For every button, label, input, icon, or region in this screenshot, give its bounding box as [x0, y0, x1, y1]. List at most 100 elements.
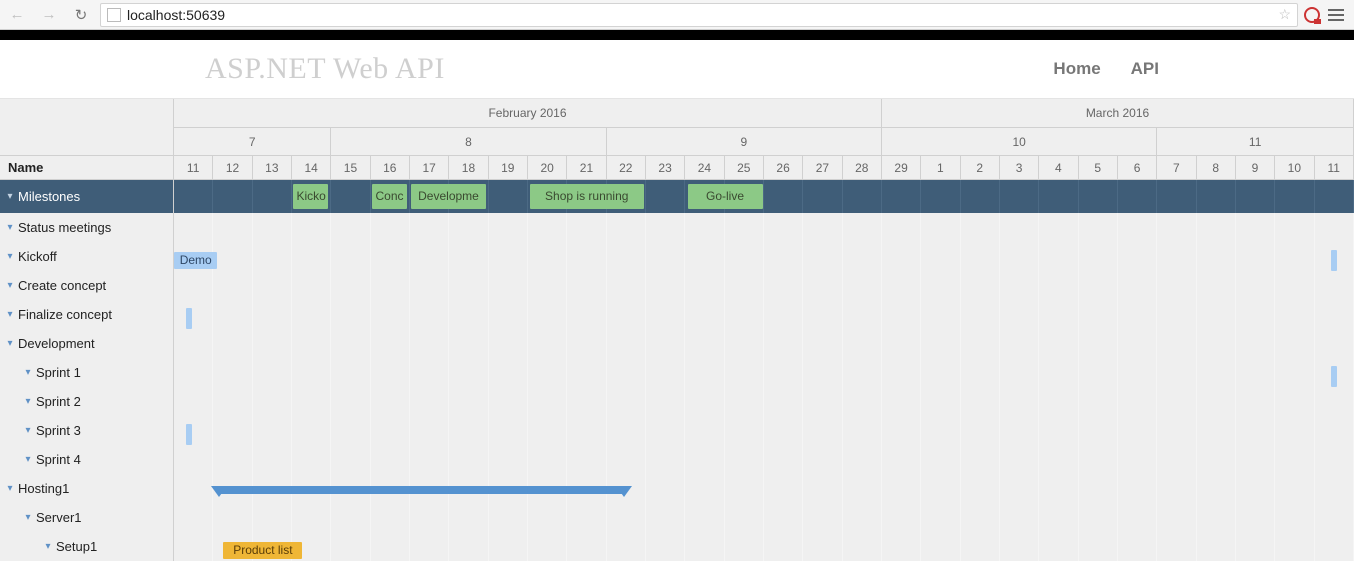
- gantt-grid[interactable]: February 2016March 2016 7891011 11121314…: [174, 99, 1354, 561]
- chevron-down-icon[interactable]: ▾: [4, 474, 16, 503]
- day-cell: 21: [567, 156, 606, 179]
- week-cell: 10: [882, 128, 1157, 155]
- tree-row-milestones[interactable]: ▾Milestones: [0, 180, 173, 213]
- chevron-down-icon[interactable]: ▾: [4, 242, 16, 271]
- tree-row-label: Status meetings: [18, 213, 111, 242]
- tree-column-header: Name: [0, 156, 173, 180]
- task-bar-demo[interactable]: Demo: [174, 252, 217, 269]
- day-cell: 23: [646, 156, 685, 179]
- gantt-tree: Name ▾Milestones▾Status meetings▾Kickoff…: [0, 99, 174, 561]
- day-cell: 27: [803, 156, 842, 179]
- task-bar[interactable]: [186, 424, 192, 445]
- day-cell: 25: [725, 156, 764, 179]
- summary-cap-left-icon: [211, 486, 227, 497]
- lane-milestones: Kicko ConcDevelopme Shop is running Go-live: [174, 180, 1354, 213]
- day-cell: 9: [1236, 156, 1275, 179]
- chevron-down-icon[interactable]: ▾: [22, 358, 34, 387]
- tree-row-sprint3[interactable]: ▾Sprint 3: [0, 416, 173, 445]
- day-cell: 6: [1118, 156, 1157, 179]
- tree-row-label: Sprint 2: [36, 387, 81, 416]
- milestone-shop-is-running[interactable]: Shop is running: [530, 184, 645, 209]
- nav-api[interactable]: API: [1131, 59, 1159, 79]
- lane-status: Demo: [174, 246, 1354, 275]
- day-cell: 15: [331, 156, 370, 179]
- day-cell: 18: [449, 156, 488, 179]
- day-cell: 24: [685, 156, 724, 179]
- week-cell: 7: [174, 128, 331, 155]
- back-button[interactable]: ←: [4, 2, 30, 28]
- days-row: 1112131415161718192021222324252627282912…: [174, 156, 1354, 180]
- month-cell: March 2016: [882, 99, 1354, 127]
- task-bar-product-list[interactable]: Product list: [223, 542, 302, 559]
- task-bar[interactable]: [1331, 250, 1337, 271]
- day-cell: 20: [528, 156, 567, 179]
- forward-button[interactable]: →: [36, 2, 62, 28]
- chevron-down-icon[interactable]: ▾: [4, 329, 16, 358]
- tree-row-create[interactable]: ▾Create concept: [0, 271, 173, 300]
- day-cell: 4: [1039, 156, 1078, 179]
- tree-row-server1[interactable]: ▾Server1: [0, 503, 173, 532]
- tree-row-label: Hosting1: [18, 474, 69, 503]
- address-bar[interactable]: localhost:50639 ☆: [100, 3, 1298, 27]
- url-text: localhost:50639: [127, 7, 225, 23]
- summary-bar[interactable]: [219, 486, 624, 494]
- week-cell: 9: [607, 128, 882, 155]
- browser-menu-icon[interactable]: [1328, 9, 1344, 21]
- chevron-down-icon[interactable]: ▾: [4, 180, 16, 213]
- page-header: ASP.NET Web API Home API: [0, 40, 1354, 99]
- page-title: ASP.NET Web API: [205, 52, 445, 86]
- day-cell: 26: [764, 156, 803, 179]
- day-cell: 28: [843, 156, 882, 179]
- week-cell: 8: [331, 128, 606, 155]
- chevron-down-icon[interactable]: ▾: [22, 503, 34, 532]
- nav-home[interactable]: Home: [1053, 59, 1100, 79]
- lane-kickoff: [174, 304, 1354, 333]
- lane-create: [174, 362, 1354, 391]
- day-cell: 11: [174, 156, 213, 179]
- summary-cap-right-icon: [616, 486, 632, 497]
- chevron-down-icon[interactable]: ▾: [4, 271, 16, 300]
- tree-row-hosting1[interactable]: ▾Hosting1: [0, 474, 173, 503]
- tree-row-dev[interactable]: ▾Development: [0, 329, 173, 358]
- day-cell: 14: [292, 156, 331, 179]
- tree-row-label: Setup1: [56, 532, 97, 561]
- extension-icon[interactable]: [1304, 7, 1320, 23]
- chevron-down-icon[interactable]: ▾: [4, 213, 16, 242]
- chevron-down-icon[interactable]: ▾: [22, 445, 34, 474]
- tree-row-sprint1[interactable]: ▾Sprint 1: [0, 358, 173, 387]
- day-cell: 17: [410, 156, 449, 179]
- chevron-down-icon[interactable]: ▾: [22, 387, 34, 416]
- month-cell: February 2016: [174, 99, 882, 127]
- lane-sprint1: Product list: [174, 536, 1354, 561]
- milestone-concept[interactable]: Conc: [372, 184, 408, 209]
- day-cell: 5: [1079, 156, 1118, 179]
- tree-row-status[interactable]: ▾Status meetings: [0, 213, 173, 242]
- gantt: Name ▾Milestones▾Status meetings▾Kickoff…: [0, 99, 1354, 561]
- day-cell: 10: [1275, 156, 1314, 179]
- day-cell: 13: [253, 156, 292, 179]
- tree-row-label: Server1: [36, 503, 82, 532]
- tree-row-label: Milestones: [18, 180, 80, 213]
- tree-row-kickoff[interactable]: ▾Kickoff: [0, 242, 173, 271]
- chevron-down-icon[interactable]: ▾: [42, 532, 54, 561]
- tree-row-setup1[interactable]: ▾Setup1: [0, 532, 173, 561]
- reload-button[interactable]: ↻: [68, 2, 94, 28]
- chevron-down-icon[interactable]: ▾: [4, 300, 16, 329]
- tree-row-label: Kickoff: [18, 242, 57, 271]
- tree-row-sprint4[interactable]: ▾Sprint 4: [0, 445, 173, 474]
- task-bar[interactable]: [1331, 366, 1337, 387]
- tree-row-label: Sprint 3: [36, 416, 81, 445]
- bookmark-star-icon[interactable]: ☆: [1278, 6, 1291, 23]
- black-strip: [0, 30, 1354, 40]
- milestone-go-live[interactable]: Go-live: [688, 184, 763, 209]
- task-bar[interactable]: [186, 308, 192, 329]
- browser-toolbar: ← → ↻ localhost:50639 ☆: [0, 0, 1354, 30]
- milestone-development[interactable]: Developme: [411, 184, 486, 209]
- tree-row-sprint2[interactable]: ▾Sprint 2: [0, 387, 173, 416]
- chevron-down-icon[interactable]: ▾: [22, 416, 34, 445]
- tree-header-spacer: [0, 99, 173, 156]
- milestone-kickoff[interactable]: Kicko: [293, 184, 329, 209]
- day-cell: 22: [607, 156, 646, 179]
- tree-row-finalize[interactable]: ▾Finalize concept: [0, 300, 173, 329]
- lane-dev: [174, 478, 1354, 507]
